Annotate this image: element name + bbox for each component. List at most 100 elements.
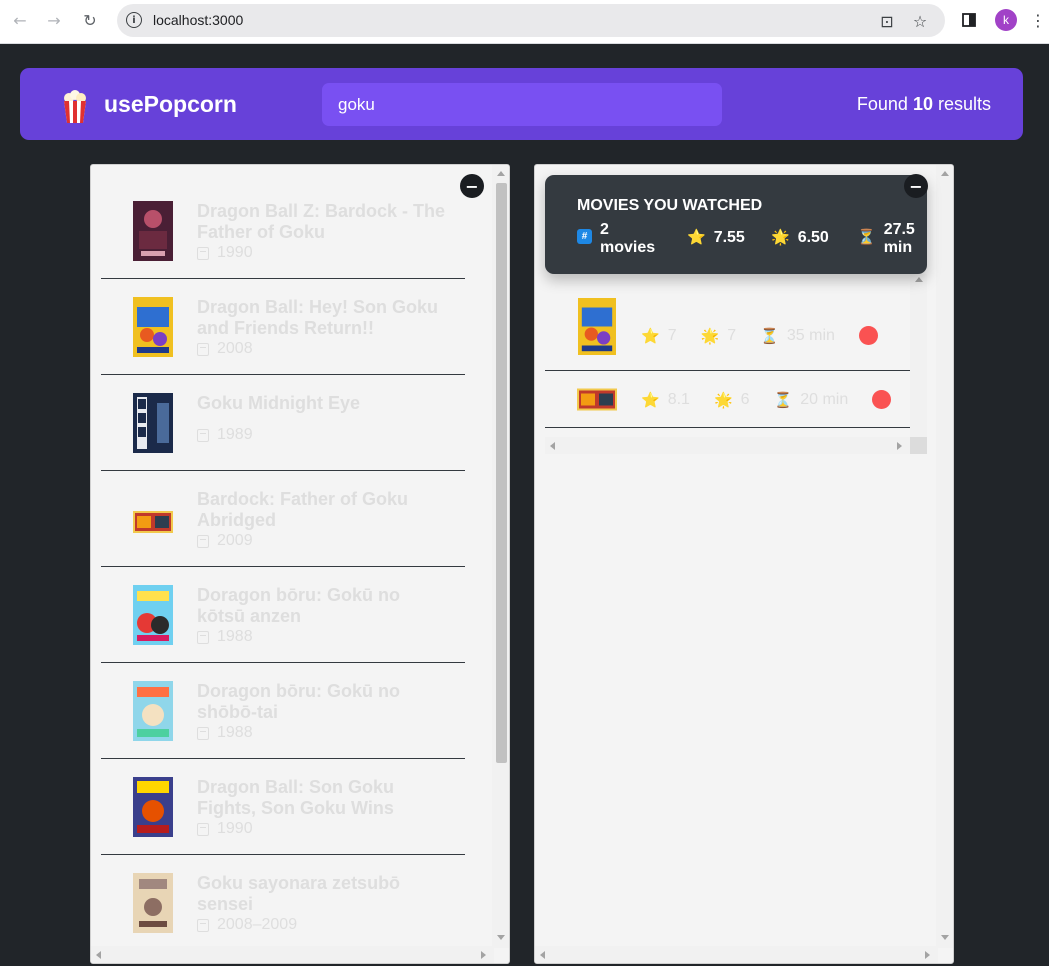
address-bar[interactable]: i localhost:3000 ⊡ ☆ bbox=[117, 4, 945, 37]
forward-arrow-icon[interactable]: → bbox=[42, 8, 66, 32]
imdb-rating: 7 bbox=[667, 326, 677, 344]
search-input[interactable] bbox=[322, 83, 722, 126]
scroll-left-arrow-icon[interactable] bbox=[550, 442, 555, 450]
watched-stats: ⭐ 8.1 🌟 6 ⏳ 20 min bbox=[641, 390, 892, 409]
star-icon: ⭐ bbox=[641, 391, 660, 409]
list-item[interactable]: Dragon Ball: Son Goku Fights, Son Goku W… bbox=[101, 759, 465, 855]
movie-poster bbox=[133, 873, 173, 933]
movie-list: Dragon Ball Z: Bardock - The Father of G… bbox=[101, 183, 465, 951]
movie-year: 1989 bbox=[197, 426, 253, 444]
list-item[interactable]: Goku sayonara zetsubō sensei 2008–2009 bbox=[101, 855, 465, 951]
scroll-right-arrow-icon[interactable] bbox=[481, 951, 486, 959]
movie-year: 1990 bbox=[197, 244, 253, 262]
scroll-left-arrow-icon[interactable] bbox=[96, 951, 101, 959]
site-info-icon[interactable]: i bbox=[126, 12, 142, 28]
calendar-icon bbox=[197, 918, 209, 932]
vertical-scrollbar[interactable] bbox=[936, 165, 953, 948]
scroll-right-arrow-icon[interactable] bbox=[897, 442, 902, 450]
popcorn-logo-icon bbox=[60, 90, 90, 124]
movie-poster bbox=[133, 393, 173, 453]
profile-avatar[interactable]: k bbox=[995, 9, 1017, 31]
movie-poster bbox=[577, 298, 617, 355]
user-rating: 7 bbox=[727, 326, 737, 344]
star-icon: ⭐ bbox=[641, 327, 660, 345]
movie-title: Goku Midnight Eye bbox=[197, 393, 361, 413]
horizontal-scrollbar[interactable] bbox=[91, 946, 494, 963]
movie-poster bbox=[133, 681, 173, 741]
calendar-icon bbox=[197, 342, 209, 356]
movie-title: Dragon Ball: Hey! Son Goku and Friends R… bbox=[197, 297, 439, 338]
star-icon: ⭐ bbox=[687, 229, 706, 246]
movie-poster bbox=[133, 511, 173, 533]
watched-horizontal-scrollbar[interactable] bbox=[545, 437, 927, 454]
movie-year: 1988 bbox=[197, 724, 253, 742]
imdb-rating: 8.1 bbox=[667, 390, 690, 408]
back-arrow-icon[interactable]: ← bbox=[8, 8, 32, 32]
movie-title: Dragon Ball Z: Bardock - The Father of G… bbox=[197, 201, 446, 242]
movie-year: 2008–2009 bbox=[197, 916, 297, 934]
sun-icon: 🌟 bbox=[713, 391, 733, 409]
scrollbar-corner bbox=[910, 437, 927, 454]
watched-summary: MOVIES YOU WATCHED # 2 movies ⭐ 7.55 🌟 6.… bbox=[545, 175, 927, 274]
calendar-icon bbox=[197, 630, 209, 644]
sun-icon: 🌟 bbox=[771, 229, 790, 246]
side-panel-icon[interactable] bbox=[958, 9, 980, 31]
delete-button[interactable] bbox=[858, 326, 878, 345]
movie-poster bbox=[133, 585, 173, 645]
movie-title: Goku sayonara zetsubō sensei bbox=[197, 873, 401, 914]
movie-title: Dragon Ball: Son Goku Fights, Son Goku W… bbox=[197, 777, 395, 818]
list-item[interactable]: Bardock: Father of Goku Abridged 2009 bbox=[101, 471, 465, 567]
scroll-up-arrow-icon[interactable] bbox=[941, 171, 949, 176]
movie-poster bbox=[577, 388, 617, 411]
list-item[interactable]: Dragon Ball Z: Bardock - The Father of G… bbox=[101, 183, 465, 279]
scrollbar-thumb[interactable] bbox=[496, 183, 507, 763]
brand-name: usePopcorn bbox=[104, 91, 237, 117]
watched-item[interactable]: ⭐ 7 🌟 7 ⏳ 35 min bbox=[545, 274, 910, 371]
install-app-icon[interactable]: ⊡ bbox=[877, 11, 897, 31]
watched-list-area: ⭐ 7 🌟 7 ⏳ 35 min ⭐ 8.1 🌟 6 ⏳ 20 min bbox=[545, 274, 927, 454]
hash-icon: # bbox=[577, 229, 592, 244]
scroll-down-arrow-icon[interactable] bbox=[941, 935, 949, 940]
address-url[interactable]: localhost:3000 bbox=[153, 12, 243, 28]
watched-vertical-scrollbar[interactable] bbox=[910, 274, 927, 437]
watched-list: ⭐ 7 🌟 7 ⏳ 35 min ⭐ 8.1 🌟 6 ⏳ 20 min bbox=[545, 274, 910, 428]
summary-imdb-rating: ⭐ 7.55 bbox=[687, 229, 745, 246]
browser-toolbar: ← → ↻ i localhost:3000 ⊡ ☆ k ⋮ bbox=[0, 0, 1049, 44]
hourglass-icon: ⏳ bbox=[773, 391, 793, 409]
user-rating: 6 bbox=[740, 390, 750, 408]
more-menu-icon[interactable]: ⋮ bbox=[1027, 9, 1049, 31]
calendar-icon bbox=[197, 726, 209, 740]
list-item[interactable]: Doragon bōru: Gokū no kōtsū anzen 1988 bbox=[101, 567, 465, 663]
horizontal-scrollbar[interactable] bbox=[535, 946, 938, 963]
calendar-icon bbox=[197, 246, 209, 260]
summary-count: # 2 movies bbox=[577, 221, 655, 257]
scroll-up-arrow-icon[interactable] bbox=[915, 277, 923, 282]
scroll-right-arrow-icon[interactable] bbox=[925, 951, 930, 959]
summary-title: MOVIES YOU WATCHED bbox=[577, 197, 763, 214]
runtime: 35 min bbox=[786, 326, 835, 344]
list-item[interactable]: Doragon bōru: Gokū no shōbō-tai 1988 bbox=[101, 663, 465, 759]
hourglass-icon: ⏳ bbox=[857, 229, 876, 246]
movie-title: Doragon bōru: Gokū no shōbō-tai bbox=[197, 681, 400, 722]
list-item[interactable]: Goku Midnight Eye 1989 bbox=[101, 375, 465, 471]
hourglass-icon: ⏳ bbox=[760, 327, 779, 345]
watched-item[interactable]: ⭐ 8.1 🌟 6 ⏳ 20 min bbox=[545, 371, 910, 428]
movie-year: 2008 bbox=[197, 340, 253, 358]
delete-button[interactable] bbox=[872, 390, 892, 409]
movie-title: Doragon bōru: Gokū no kōtsū anzen bbox=[197, 585, 400, 626]
calendar-icon bbox=[197, 534, 209, 548]
list-item[interactable]: Dragon Ball: Hey! Son Goku and Friends R… bbox=[101, 279, 465, 375]
movie-poster bbox=[133, 777, 173, 837]
scroll-down-arrow-icon[interactable] bbox=[497, 935, 505, 940]
movie-poster bbox=[133, 297, 173, 357]
collapse-toggle-button[interactable]: − bbox=[460, 174, 484, 198]
vertical-scrollbar[interactable] bbox=[492, 165, 509, 948]
watched-stats: ⭐ 7 🌟 7 ⏳ 35 min bbox=[641, 326, 878, 345]
scroll-up-arrow-icon[interactable] bbox=[497, 171, 505, 176]
bookmark-star-icon[interactable]: ☆ bbox=[910, 11, 930, 31]
scroll-left-arrow-icon[interactable] bbox=[540, 951, 545, 959]
sun-icon: 🌟 bbox=[700, 327, 720, 345]
reload-icon[interactable]: ↻ bbox=[78, 8, 102, 32]
collapse-toggle-button[interactable]: − bbox=[904, 174, 928, 198]
summary-runtime: ⏳ 27.5 min bbox=[857, 221, 915, 256]
